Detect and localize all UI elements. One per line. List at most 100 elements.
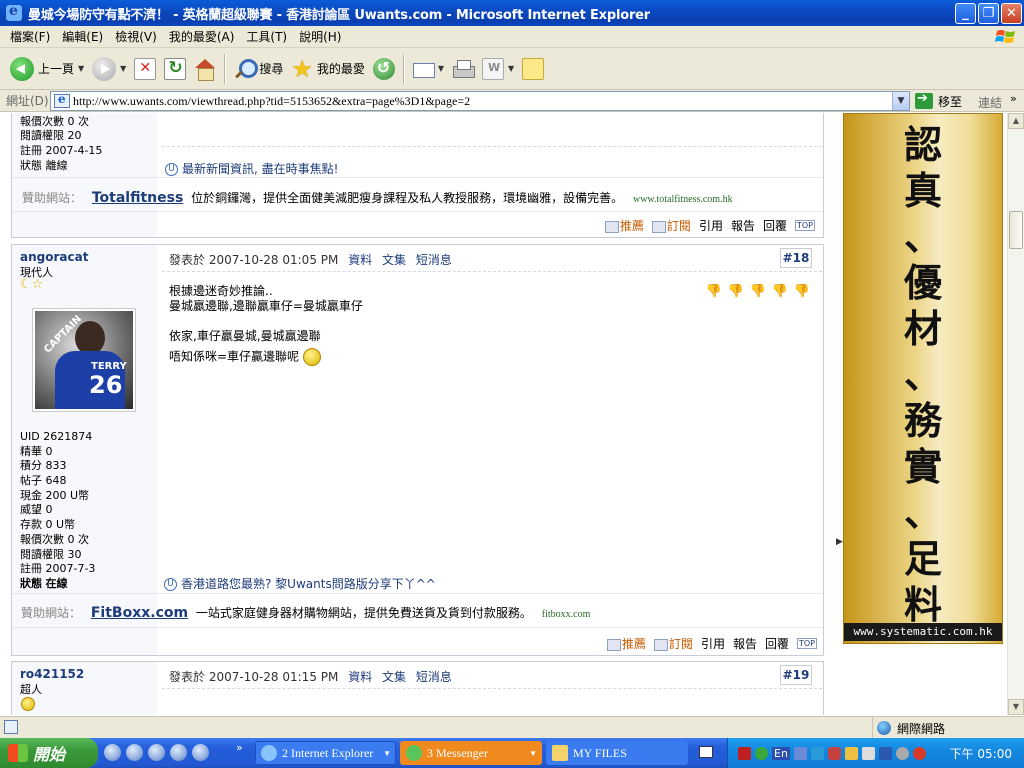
- home-button[interactable]: [190, 52, 220, 86]
- tray-security-icon[interactable]: [912, 746, 926, 760]
- tray-app-icon[interactable]: [895, 746, 909, 760]
- vertical-scrollbar[interactable]: ▲ ▼: [1007, 113, 1024, 715]
- ie-quick-icon[interactable]: [148, 744, 165, 761]
- task-internet-explorer[interactable]: 2 Internet Explorer ▼: [255, 741, 396, 765]
- tray-app-icon[interactable]: [738, 746, 751, 760]
- subscribe-button[interactable]: 訂閱: [653, 635, 693, 652]
- thumb-down-icon[interactable]: 👎: [727, 284, 745, 299]
- folder-icon: [552, 745, 568, 761]
- reply-button[interactable]: 回覆: [765, 635, 789, 652]
- task-messenger[interactable]: 3 Messenger ▼: [400, 741, 542, 765]
- thumb-down-icon[interactable]: 👎: [793, 284, 811, 299]
- recommend-icon: [604, 220, 619, 233]
- message-link[interactable]: 短消息: [416, 670, 452, 684]
- scroll-up-icon[interactable]: ▲: [1008, 113, 1024, 129]
- quote-button[interactable]: 引用: [699, 217, 723, 234]
- links-label[interactable]: 連結: [978, 94, 1002, 111]
- keyboard-icon[interactable]: [699, 746, 713, 758]
- profile-link[interactable]: 資料: [348, 670, 372, 684]
- floor-number[interactable]: #19: [780, 665, 812, 685]
- note-button[interactable]: [518, 52, 548, 86]
- post-author[interactable]: ro421152: [20, 667, 84, 681]
- favorites-button[interactable]: ★ 我的最愛: [287, 52, 369, 86]
- sponsor-link[interactable]: Totalfitness: [92, 190, 183, 206]
- double-chevron-icon[interactable]: »: [1010, 92, 1017, 105]
- forward-button[interactable]: ▼: [88, 52, 130, 86]
- avatar[interactable]: CAPTAIN TERRY 26: [32, 308, 136, 412]
- messenger-quick-icon[interactable]: [126, 744, 143, 761]
- people-quick-icon[interactable]: [170, 744, 187, 761]
- menu-favorites[interactable]: 我的最愛(A): [163, 28, 241, 45]
- search-button[interactable]: 搜尋: [229, 52, 287, 86]
- history-button[interactable]: [369, 52, 399, 86]
- tray-ime-icon[interactable]: [793, 746, 807, 760]
- task-label: MY FILES: [573, 745, 627, 760]
- menu-help[interactable]: 說明(H): [293, 28, 347, 45]
- tray-network-icon[interactable]: [810, 746, 824, 760]
- refresh-button[interactable]: [160, 52, 190, 86]
- message-link[interactable]: 短消息: [416, 253, 452, 267]
- banner-ad[interactable]: 認 真 、 優 材 、 務 實 、 足 料 www.systematic.com…: [843, 113, 1003, 644]
- chevron-down-icon[interactable]: ▼: [78, 64, 84, 73]
- back-button[interactable]: 上一頁 ▼: [6, 52, 88, 86]
- maximize-button[interactable]: ❐: [978, 3, 999, 24]
- post-author[interactable]: angoracat: [20, 250, 88, 264]
- chevron-down-icon[interactable]: ▼: [892, 92, 909, 110]
- collapse-arrow-icon[interactable]: ▶: [836, 537, 843, 547]
- quote-button[interactable]: 引用: [701, 635, 725, 652]
- menu-file[interactable]: 檔案(F): [4, 28, 56, 45]
- address-url[interactable]: http://www.uwants.com/viewthread.php?tid…: [73, 94, 470, 109]
- rank-stars-icon: ☾☆: [20, 277, 44, 292]
- go-button[interactable]: 移至: [915, 91, 962, 111]
- chevron-down-icon[interactable]: ▼: [508, 64, 514, 73]
- collection-link[interactable]: 文集: [382, 670, 406, 684]
- tray-volume-icon[interactable]: [861, 746, 875, 760]
- menu-view[interactable]: 檢視(V): [109, 28, 163, 45]
- profile-link[interactable]: 資料: [348, 253, 372, 267]
- scroll-thumb[interactable]: [1009, 211, 1023, 249]
- print-button[interactable]: [448, 52, 478, 86]
- collection-link[interactable]: 文集: [382, 253, 406, 267]
- double-chevron-icon[interactable]: »: [236, 741, 243, 754]
- start-button[interactable]: 開始: [0, 738, 98, 768]
- edit-button[interactable]: ▼: [478, 52, 518, 86]
- banner-char: 足: [903, 536, 942, 581]
- recommend-button[interactable]: 推薦: [604, 217, 644, 234]
- tray-bluetooth-icon[interactable]: [878, 746, 892, 760]
- tray-messenger-icon[interactable]: [755, 746, 768, 760]
- sponsor-link[interactable]: FitBoxx.com: [91, 605, 188, 621]
- app-quick-icon[interactable]: [192, 744, 209, 761]
- report-button[interactable]: 報告: [733, 635, 757, 652]
- thumb-down-icon[interactable]: 👎: [771, 284, 789, 299]
- tray-warning-icon[interactable]: [844, 746, 858, 760]
- sponsor-url[interactable]: www.totalfitness.com.hk: [633, 194, 733, 205]
- reply-button[interactable]: 回覆: [763, 217, 787, 234]
- chevron-down-icon[interactable]: ▼: [120, 64, 126, 73]
- recommend-button[interactable]: 推薦: [606, 635, 646, 652]
- menu-edit[interactable]: 編輯(E): [56, 28, 109, 45]
- thumb-down-icon[interactable]: 👎: [705, 284, 723, 299]
- stop-button[interactable]: [130, 52, 160, 86]
- subscribe-button[interactable]: 訂閱: [651, 217, 691, 234]
- close-button[interactable]: ✕: [1001, 3, 1022, 24]
- minimize-button[interactable]: _: [955, 3, 976, 24]
- top-button[interactable]: TOP: [796, 638, 817, 649]
- task-my-files[interactable]: MY FILES: [546, 741, 688, 765]
- menu-tools[interactable]: 工具(T): [240, 28, 293, 45]
- mail-button[interactable]: ▼: [408, 52, 448, 86]
- thumb-down-icon[interactable]: 👎: [749, 284, 767, 299]
- scroll-down-icon[interactable]: ▼: [1008, 699, 1024, 715]
- top-button[interactable]: TOP: [794, 220, 815, 231]
- chevron-down-icon[interactable]: ▼: [438, 64, 444, 73]
- clock[interactable]: 下午 05:00: [950, 745, 1012, 762]
- mail-icon: [412, 58, 435, 80]
- tray-shield-icon[interactable]: [827, 746, 841, 760]
- banner-char: 真: [903, 168, 942, 213]
- language-indicator[interactable]: En: [772, 746, 790, 760]
- report-button[interactable]: 報告: [731, 217, 755, 234]
- banner-char: 、: [903, 214, 942, 259]
- sponsor-url[interactable]: fitboxx.com: [542, 609, 591, 620]
- floor-number[interactable]: #18: [780, 248, 812, 268]
- media-player-icon[interactable]: [104, 744, 121, 761]
- address-input[interactable]: http://www.uwants.com/viewthread.php?tid…: [50, 91, 910, 111]
